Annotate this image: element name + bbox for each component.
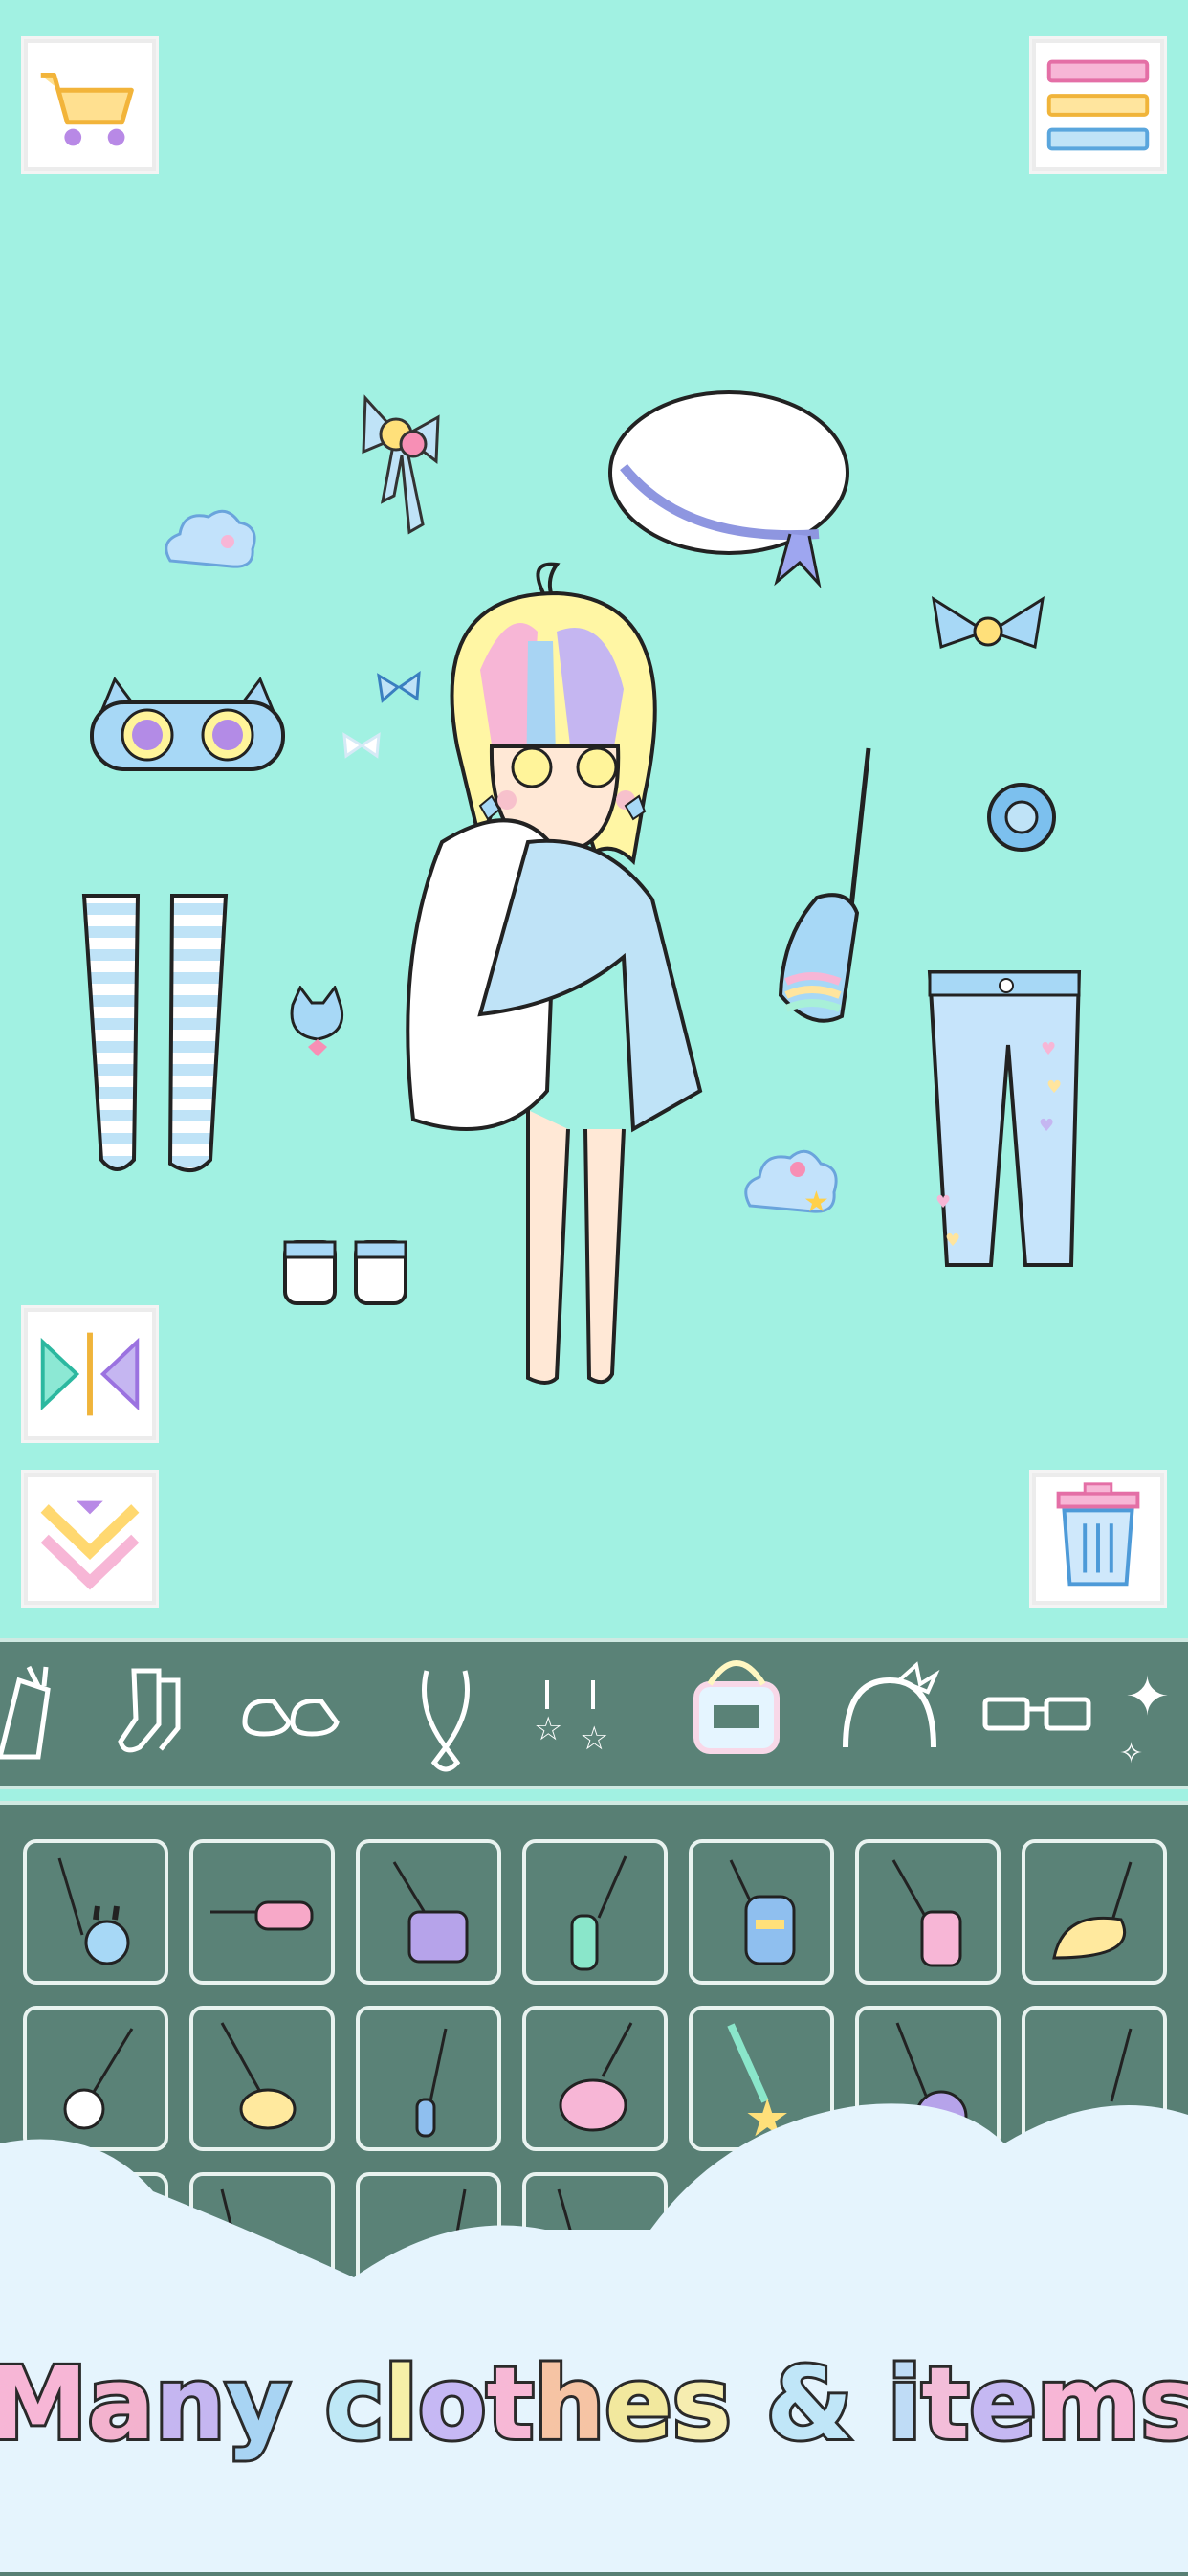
category-dress-icon[interactable] [0, 1642, 105, 1786]
svg-text:♥: ♥ [935, 1192, 951, 1212]
cloud-clip[interactable] [159, 503, 260, 576]
blue-bow[interactable] [926, 593, 1050, 670]
caption-text: Many clothes & items [0, 2345, 1188, 2462]
svg-text:♥: ♥ [1046, 1077, 1062, 1098]
heart-jeans[interactable]: ♥ ♥ ♥ ♥ ♥ [926, 968, 1085, 1273]
category-shoes-icon[interactable] [235, 1642, 350, 1786]
trash-icon [1056, 1482, 1140, 1587]
dress-up-stage[interactable]: ♥ ♥ ♥ ♥ ♥ ★ [0, 0, 1188, 1636]
flower-clip[interactable] [981, 777, 1062, 857]
category-effects-icon[interactable]: ✦ ✧ [1115, 1642, 1188, 1786]
item-cell-yellow-bag[interactable] [1022, 1839, 1167, 1985]
collapse-button[interactable] [21, 1470, 159, 1608]
item-cell-green-bottle[interactable] [522, 1839, 668, 1985]
character[interactable] [385, 555, 710, 1388]
item-cell-bunny-bag[interactable] [23, 1839, 168, 1985]
category-bag-icon[interactable] [679, 1642, 794, 1786]
cat-charm[interactable] [283, 986, 350, 1062]
cloud-star-clip[interactable]: ★ [738, 1143, 844, 1221]
item-cell-blue-waist-bag[interactable] [689, 1839, 834, 1985]
item-cell-pink-bag[interactable] [855, 1839, 1001, 1985]
category-headband-icon[interactable] [832, 1642, 947, 1786]
category-socks-icon[interactable] [92, 1642, 207, 1786]
svg-text:♥: ♥ [1041, 1039, 1056, 1059]
trash-button[interactable] [1029, 1470, 1167, 1608]
chevron-double-down-icon [40, 1500, 140, 1590]
goggles-cat-ears[interactable] [82, 674, 293, 779]
item-cell-purple-bag[interactable] [356, 1839, 501, 1985]
svg-text:♥: ♥ [1039, 1116, 1054, 1136]
ribbon-hair-clip[interactable] [356, 389, 448, 542]
hamburger-menu-icon [1046, 59, 1150, 151]
category-glasses-icon[interactable] [979, 1642, 1094, 1786]
svg-text:✦: ✦ [1125, 1666, 1170, 1728]
svg-text:✧: ✧ [1119, 1737, 1143, 1770]
category-earrings-icon[interactable]: ☆ ☆ [513, 1642, 627, 1786]
promo-caption-text: Many clothes & items [0, 2343, 1188, 2465]
category-necklace-icon[interactable] [388, 1642, 503, 1786]
flip-icon [40, 1332, 140, 1416]
svg-text:★: ★ [803, 1186, 829, 1219]
item-cell-pink-pouch[interactable] [189, 1839, 335, 1985]
flip-button[interactable] [21, 1305, 159, 1443]
category-bar: ☆ ☆ ✦ ✧ [0, 1638, 1188, 1789]
svg-text:♥: ♥ [945, 1231, 960, 1251]
striped-stockings[interactable] [78, 892, 231, 1179]
pom-stick[interactable] [773, 744, 878, 1032]
svg-text:☆: ☆ [580, 1720, 608, 1758]
svg-text:☆: ☆ [534, 1710, 562, 1748]
menu-button[interactable] [1029, 36, 1167, 174]
promo-caption: Many clothes & items [0, 2316, 1188, 2498]
mini-white-bow[interactable] [341, 731, 383, 760]
cart-icon [40, 72, 134, 146]
shop-button[interactable] [21, 36, 159, 174]
